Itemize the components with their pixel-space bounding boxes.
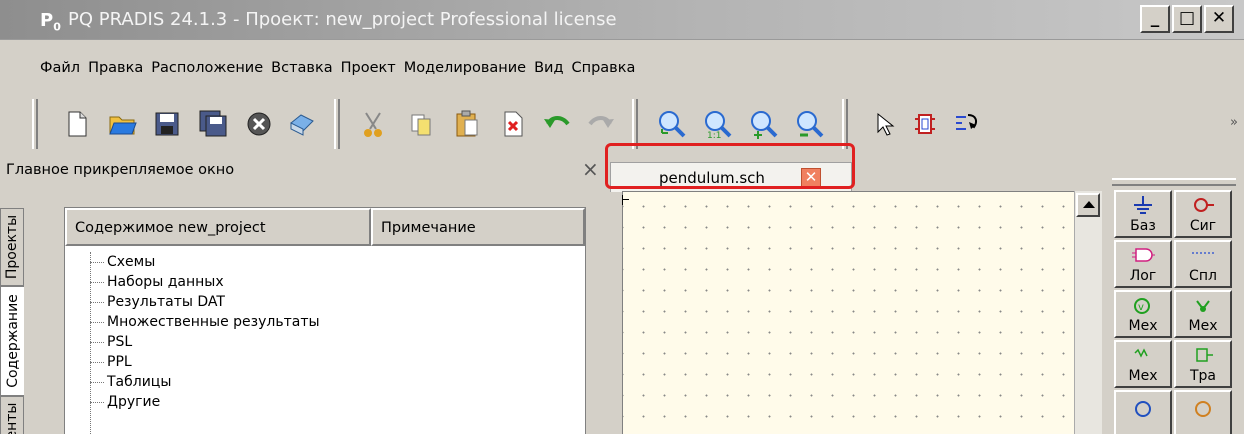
menu-bar: Файл Правка Расположение Вставка Проект …: [40, 60, 643, 80]
menu-insert[interactable]: Вставка: [271, 60, 338, 80]
logic-icon: [1132, 248, 1155, 262]
maximize-button[interactable]: □: [1172, 5, 1202, 33]
tab-projects[interactable]: Проекты: [0, 208, 24, 286]
tab-elements[interactable]: енты: [0, 396, 24, 434]
toolbar-grip[interactable]: [842, 99, 848, 149]
new-file-icon[interactable]: [60, 107, 94, 141]
tree-item-psl[interactable]: PSL: [87, 332, 320, 352]
redo-icon[interactable]: [584, 107, 618, 141]
menu-layout[interactable]: Расположение: [151, 60, 269, 80]
undo-icon[interactable]: [540, 107, 574, 141]
palette-spline-button[interactable]: Спл: [1174, 240, 1232, 288]
mech-velocity-icon: v: [1134, 298, 1150, 314]
wire-icon[interactable]: [950, 107, 984, 141]
copy-icon[interactable]: [404, 107, 438, 141]
tree-item-datasets[interactable]: Наборы данных: [87, 272, 320, 292]
close-button[interactable]: ✕: [1204, 5, 1234, 33]
highlight-box: [605, 143, 855, 189]
toolbar-overflow-icon[interactable]: »: [1230, 115, 1238, 130]
tree-item-multiple-results[interactable]: Множественные результаты: [87, 312, 320, 332]
palette-logic-button[interactable]: Лог: [1114, 240, 1172, 288]
scroll-up-button[interactable]: [1076, 193, 1100, 217]
cut-icon[interactable]: [356, 107, 390, 141]
print-icon[interactable]: [285, 107, 319, 141]
palette-extra-button[interactable]: [1114, 390, 1172, 434]
toolbar-grip[interactable]: [632, 99, 638, 149]
palette-basic-button[interactable]: Баз: [1114, 190, 1172, 238]
component-palette: Баз Сиг Лог Спл v Мех Мех Мех Тра: [1104, 152, 1244, 434]
menu-simulation[interactable]: Моделирование: [404, 60, 532, 80]
signal-icon: [1194, 198, 1214, 212]
menu-file[interactable]: Файл: [40, 60, 86, 80]
canvas-origin-mark: [622, 195, 630, 205]
menu-view[interactable]: Вид: [534, 60, 569, 80]
app-icon[interactable]: P0: [40, 10, 61, 34]
mech-velocity-icon: [1135, 401, 1151, 417]
main-dock-panel: Главное прикрепляемое окно × Проекты Сод…: [0, 152, 603, 434]
schematic-canvas[interactable]: [622, 191, 1074, 434]
project-tree: Содержимое new_project Примечание Схемы …: [64, 207, 586, 434]
column-header-note[interactable]: Примечание: [371, 208, 585, 246]
component-icon[interactable]: [908, 107, 942, 141]
palette-mech-rotation-button[interactable]: Мех: [1174, 290, 1232, 338]
menu-help[interactable]: Справка: [571, 60, 641, 80]
signal-icon: [1195, 401, 1211, 417]
zoom-minus-icon[interactable]: [792, 107, 826, 141]
palette-grip[interactable]: [1112, 178, 1236, 186]
column-header-contents[interactable]: Содержимое new_project: [65, 208, 371, 246]
palette-mech-spring-button[interactable]: Мех: [1114, 340, 1172, 388]
tree-item-dat-results[interactable]: Результаты DAT: [87, 292, 320, 312]
toolbar-grip[interactable]: [32, 99, 38, 149]
menu-project[interactable]: Проект: [341, 60, 402, 80]
transform-icon: [1196, 348, 1213, 362]
zoom-fit-icon[interactable]: [654, 107, 688, 141]
vertical-scrollbar[interactable]: [1074, 191, 1102, 434]
tab-contents[interactable]: Содержание: [0, 286, 24, 396]
save-icon[interactable]: [150, 107, 184, 141]
panel-close-icon[interactable]: ×: [582, 157, 599, 181]
toolbar-grip[interactable]: [334, 99, 340, 149]
ground-icon: [1134, 196, 1152, 214]
zoom-in-icon[interactable]: 1:1: [700, 107, 734, 141]
tree-item-ppl[interactable]: PPL: [87, 352, 320, 372]
palette-transform-button[interactable]: Тра: [1174, 340, 1232, 388]
window-title: PQ PRADIS 24.1.3 - Проект: new_project P…: [68, 9, 617, 30]
title-bar: P0 PQ PRADIS 24.1.3 - Проект: new_projec…: [0, 0, 1244, 40]
palette-mech-velocity-button[interactable]: v Мех: [1114, 290, 1172, 338]
spline-icon: [1192, 252, 1214, 254]
tree-item-other[interactable]: Другие: [87, 392, 320, 412]
pointer-icon[interactable]: [866, 107, 900, 141]
svg-text:v: v: [1138, 302, 1144, 313]
tree-item-schemes[interactable]: Схемы: [87, 252, 320, 272]
open-folder-icon[interactable]: [106, 107, 140, 141]
zoom-plus-icon[interactable]: [746, 107, 780, 141]
save-all-icon[interactable]: [196, 107, 230, 141]
palette-signal-button[interactable]: Сиг: [1174, 190, 1232, 238]
panel-title: Главное прикрепляемое окно: [6, 162, 235, 178]
tree-item-tables[interactable]: Таблицы: [87, 372, 320, 392]
menu-edit[interactable]: Правка: [88, 60, 149, 80]
paste-icon[interactable]: [450, 107, 484, 141]
mech-spring-icon: [1134, 348, 1148, 358]
mech-rotation-icon: [1196, 300, 1210, 312]
delete-icon[interactable]: [496, 107, 530, 141]
palette-extra-button[interactable]: [1174, 390, 1232, 434]
stop-icon[interactable]: [242, 107, 276, 141]
minimize-button[interactable]: _: [1140, 5, 1170, 33]
svg-text:1:1: 1:1: [707, 131, 721, 141]
vertical-tabs: Проекты Содержание енты: [0, 208, 24, 434]
